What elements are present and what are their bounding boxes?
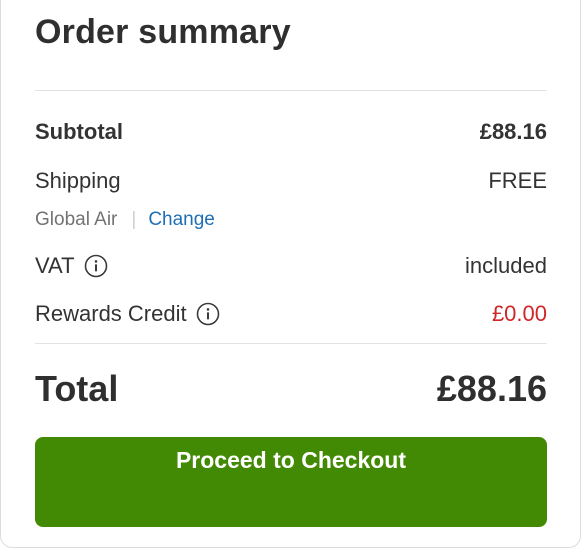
rewards-info-icon[interactable] [196, 302, 220, 326]
shipping-row: Shipping FREE [35, 168, 547, 194]
proceed-to-checkout-button[interactable]: Proceed to Checkout [35, 437, 547, 527]
subtotal-row: Subtotal £88.16 [35, 119, 547, 145]
order-summary-card: Order summary Subtotal £88.16 Shipping F… [0, 0, 581, 548]
rewards-credit-value: £0.00 [491, 301, 547, 326]
rewards-label-group: Rewards Credit [35, 301, 220, 327]
total-row: Total £88.16 [35, 368, 547, 410]
total-label: Total [35, 368, 119, 409]
vat-label: VAT [35, 253, 75, 278]
rewards-credit-label: Rewards Credit [35, 301, 187, 326]
shipping-method-separator: | [131, 209, 137, 230]
subtotal-value: £88.16 [479, 119, 547, 144]
vat-row: VAT included [35, 253, 547, 279]
subtotal-label: Subtotal [35, 119, 123, 144]
shipping-value: FREE [488, 168, 547, 193]
title-divider [35, 90, 547, 91]
shipping-method-name: Global Air [35, 209, 118, 230]
shipping-method-line: Global Air | Change [35, 209, 215, 231]
vat-label-group: VAT [35, 253, 108, 279]
total-divider [35, 343, 547, 344]
order-summary-title: Order summary [35, 13, 291, 51]
rewards-credit-row: Rewards Credit £0.00 [35, 301, 547, 327]
shipping-label: Shipping [35, 168, 121, 193]
vat-info-icon[interactable] [84, 254, 108, 278]
vat-value: included [465, 253, 547, 278]
total-value: £88.16 [436, 368, 547, 409]
change-shipping-link[interactable]: Change [148, 209, 215, 231]
